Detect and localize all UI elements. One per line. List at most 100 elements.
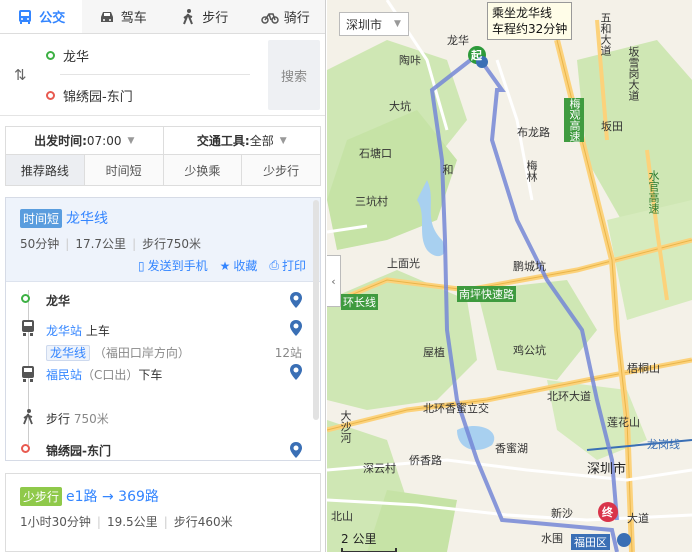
map-label-shangmian: 上面光 bbox=[387, 257, 420, 270]
route-options: 出发时间: 07:00 ▼ 交通工具: 全部 ▼ 推荐路线 时间短 少换乘 少步… bbox=[5, 126, 321, 186]
map-view[interactable]: 深圳市 ▼ ‹ 乘坐龙华线 车程约32分钟 起 终 龙华 陶咔 大坑 石塘口 三… bbox=[327, 0, 692, 552]
map-label-jiefang: 梅林 bbox=[525, 160, 538, 182]
route-panel: 公交 驾车 步行 骑行 ⇅ 龙华 锦绣园-东门 搜索 出发时间: 07:00 ▼… bbox=[0, 0, 326, 552]
tab-recommended[interactable]: 推荐路线 bbox=[6, 155, 84, 185]
step-walk[interactable]: 步行 750米 bbox=[6, 402, 320, 434]
caret-down-icon: ▼ bbox=[279, 135, 287, 146]
map-label-liantang: 鹏城坑 bbox=[513, 260, 546, 273]
walk-distance: 750米 bbox=[73, 412, 109, 426]
depart-value: 07:00 bbox=[86, 133, 122, 148]
favorite-link[interactable]: ★ 收藏 bbox=[220, 257, 258, 274]
stop-count: 12站 bbox=[274, 346, 302, 360]
map-road-meiguan: 梅观高速 bbox=[564, 98, 584, 142]
tab-car-label: 驾车 bbox=[120, 11, 147, 26]
step-subway[interactable]: 龙华站 上车 龙华线 （福田口岸方向） 12站 福民站（C口出）下车 bbox=[6, 316, 320, 402]
line-text: 龙华线 （福田口岸方向） bbox=[46, 344, 190, 361]
route-tag: 少步行 bbox=[20, 486, 63, 506]
map-label-beihuan: 北环香蜜立交 bbox=[423, 402, 489, 415]
map-label-tanghu: 鸡公坑 bbox=[513, 344, 546, 357]
swap-icon[interactable]: ⇅ bbox=[14, 66, 27, 84]
route-name[interactable]: e1路 → 369路 bbox=[66, 486, 159, 506]
route-name[interactable]: 龙华线 bbox=[66, 208, 108, 228]
map-label-wuhe: 五和大道 bbox=[599, 12, 612, 56]
car-icon bbox=[100, 11, 113, 22]
route-distance: 17.7公里 bbox=[75, 237, 127, 251]
map-label-dakan: 大坑 bbox=[389, 100, 411, 113]
print-label: 打印 bbox=[281, 259, 306, 273]
step-origin-label: 龙华 bbox=[46, 294, 71, 308]
map-label-lianhua: 莲花山 bbox=[607, 416, 640, 429]
alight-action: 下车 bbox=[138, 368, 163, 382]
destination-field[interactable]: 锦绣园-东门 bbox=[46, 86, 133, 105]
subway-icon bbox=[22, 320, 34, 336]
chevron-left-icon: ‹ bbox=[331, 274, 336, 288]
step-destination[interactable]: 锦绣园-东门 bbox=[6, 434, 320, 466]
favorite-label: 收藏 bbox=[233, 259, 258, 273]
tab-walk[interactable]: 步行 bbox=[163, 0, 245, 33]
route-card-2[interactable]: 少步行 e1路 → 369路 1小时30分钟 | 19.5公里 | 步行460米 bbox=[5, 473, 321, 552]
map-label-futian: 福田区 bbox=[571, 534, 610, 550]
locate-pin-icon[interactable] bbox=[290, 442, 302, 458]
tab-less-walking[interactable]: 少步行 bbox=[241, 155, 320, 185]
walk-icon bbox=[183, 8, 194, 24]
map-label-xiangmi: 香蜜湖 bbox=[495, 442, 528, 455]
depart-time-select[interactable]: 出发时间: 07:00 ▼ bbox=[6, 127, 163, 154]
locate-pin-icon[interactable] bbox=[290, 364, 302, 380]
start-marker[interactable]: 起 bbox=[471, 47, 482, 63]
route-card-1[interactable]: 时间短 龙华线 50分钟 | 17.7公里 | 步行750米 ▯ 发送到手机 ★ 收藏 ⎙ 打… bbox=[5, 197, 321, 461]
origin-value: 龙华 bbox=[63, 50, 90, 65]
map-label-shanshui: 水官高速 bbox=[647, 170, 660, 214]
input-divider bbox=[60, 74, 250, 75]
locate-pin-icon[interactable] bbox=[290, 292, 302, 308]
tooltip-line-2: 车程约32分钟 bbox=[492, 22, 568, 36]
map-scale-label: 2 公里 bbox=[341, 532, 377, 546]
phone-icon: ▯ bbox=[137, 258, 145, 273]
route-duration: 1小时30分钟 bbox=[20, 515, 91, 529]
transport-tool-select[interactable]: 交通工具: 全部 ▼ bbox=[162, 127, 321, 154]
walk-icon bbox=[23, 409, 33, 425]
send-to-phone-link[interactable]: ▯ 发送到手机 bbox=[138, 257, 208, 274]
board-station[interactable]: 龙华站 bbox=[46, 324, 82, 338]
subway-icon bbox=[22, 366, 34, 382]
map-label-longgang: 龙岗线 bbox=[647, 438, 680, 451]
alight-text: 福民站（C口出）下车 bbox=[46, 366, 162, 383]
line-name[interactable]: 龙华线 bbox=[46, 345, 91, 361]
map-label-dadao: 大道 bbox=[627, 512, 649, 525]
map-label-taolu: 陶咔 bbox=[399, 54, 421, 67]
map-label-shuiwei: 水围 bbox=[541, 532, 563, 545]
tab-shortest-time[interactable]: 时间短 bbox=[83, 155, 163, 185]
map-label-longhua: 龙华 bbox=[447, 34, 469, 47]
tab-car[interactable]: 驾车 bbox=[82, 0, 164, 33]
tab-bus-label: 公交 bbox=[39, 11, 66, 26]
print-link[interactable]: ⎙ 打印 bbox=[269, 257, 306, 274]
step-origin[interactable]: 龙华 bbox=[6, 282, 320, 316]
line-direction: （福田口岸方向） bbox=[93, 346, 190, 360]
map-label-wufeng: 屋植 bbox=[423, 346, 445, 359]
origin-field[interactable]: 龙华 bbox=[46, 46, 89, 65]
map-label-beihuan2: 北环大道 bbox=[547, 390, 591, 403]
destination-dot-icon bbox=[21, 444, 30, 453]
route-stats: 1小时30分钟 | 19.5公里 | 步行460米 bbox=[20, 515, 233, 529]
walk-text: 步行 750米 bbox=[46, 410, 109, 427]
origin-dot-icon bbox=[46, 51, 55, 60]
locate-pin-icon[interactable] bbox=[290, 320, 302, 336]
transport-mode-tabs: 公交 驾车 步行 骑行 bbox=[0, 0, 326, 34]
route-distance: 19.5公里 bbox=[106, 515, 158, 529]
panel-scrollbar[interactable] bbox=[313, 200, 319, 420]
depart-label: 出发时间: bbox=[34, 134, 87, 148]
route-tooltip: 乘坐龙华线 车程约32分钟 bbox=[487, 2, 573, 40]
tab-fewer-transfers[interactable]: 少换乘 bbox=[162, 155, 242, 185]
route-tag: 时间短 bbox=[20, 208, 63, 228]
map-label-xinsha: 新沙 bbox=[551, 507, 573, 520]
collapse-panel-button[interactable]: ‹ bbox=[327, 255, 341, 307]
alight-station[interactable]: 福民站 bbox=[46, 368, 82, 382]
city-select[interactable]: 深圳市 ▼ bbox=[339, 12, 409, 36]
end-marker[interactable]: 终 bbox=[602, 504, 613, 520]
tab-bike[interactable]: 骑行 bbox=[245, 0, 326, 33]
search-button[interactable]: 搜索 bbox=[268, 40, 320, 110]
map-label-qiaoxiang: 侨香路 bbox=[409, 454, 442, 467]
bus-icon bbox=[19, 9, 32, 24]
step-destination-label: 锦绣园-东门 bbox=[46, 444, 111, 458]
tab-bus[interactable]: 公交 bbox=[0, 0, 82, 33]
caret-down-icon: ▼ bbox=[394, 19, 401, 29]
